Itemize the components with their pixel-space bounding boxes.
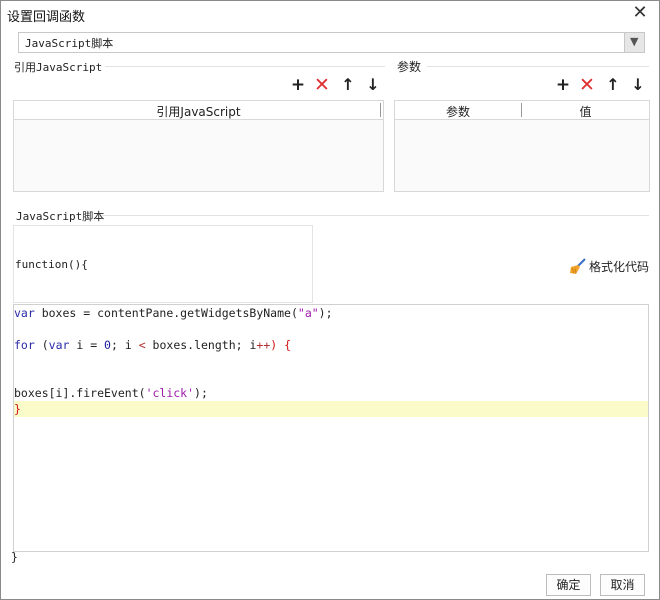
ref-move-up-button[interactable]: ↑ xyxy=(340,77,356,93)
script-type-select[interactable]: JavaScript脚本 ▼ xyxy=(18,32,645,53)
params-table-header: 参数 值 xyxy=(395,101,649,120)
column-separator xyxy=(380,103,381,117)
param-name-column-header[interactable]: 参数 xyxy=(395,103,521,120)
dropdown-button[interactable]: ▼ xyxy=(624,33,644,52)
ref-js-divider xyxy=(105,66,385,67)
params-divider xyxy=(427,66,649,67)
dialog-window: 设置回调函数 ✕ JavaScript脚本 ▼ 引用JavaScript + ✕… xyxy=(0,0,660,600)
chevron-down-icon: ▼ xyxy=(630,35,639,48)
delete-icon: ✕ xyxy=(579,74,595,96)
close-icon[interactable]: ✕ xyxy=(631,4,649,22)
code-editor[interactable]: var boxes = contentPane.getWidgetsByName… xyxy=(13,304,649,552)
format-code-label: 格式化代码 xyxy=(589,260,650,274)
ref-js-table[interactable]: 引用JavaScript xyxy=(13,100,384,192)
function-header: function(){ xyxy=(15,258,88,271)
function-signature-box: function(){ xyxy=(13,225,313,303)
dialog-title: 设置回调函数 xyxy=(7,10,86,25)
code-line-1: var boxes = contentPane.getWidgetsByName… xyxy=(14,306,333,320)
cancel-button[interactable]: 取消 xyxy=(600,574,645,596)
param-value-column-header[interactable]: 值 xyxy=(522,103,649,120)
params-section-label: 参数 xyxy=(397,60,422,74)
title-bar: 设置回调函数 ✕ xyxy=(1,1,659,27)
arrow-down-icon: ↓ xyxy=(366,75,380,94)
ok-button[interactable]: 确定 xyxy=(546,574,591,596)
ref-delete-button[interactable]: ✕ xyxy=(314,74,330,96)
plus-icon: + xyxy=(555,75,571,95)
code-line-4: } xyxy=(14,402,21,416)
param-move-down-button[interactable]: ↓ xyxy=(630,77,646,93)
ref-add-button[interactable]: + xyxy=(290,75,306,95)
script-divider xyxy=(101,215,649,216)
plus-icon: + xyxy=(290,75,306,95)
arrow-up-icon: ↑ xyxy=(341,75,355,94)
broom-icon xyxy=(570,258,586,274)
code-line-3: boxes[i].fireEvent('click'); xyxy=(14,386,208,400)
current-line-highlight xyxy=(14,401,648,417)
ref-js-column-header[interactable]: 引用JavaScript xyxy=(14,103,383,120)
ref-move-down-button[interactable]: ↓ xyxy=(365,77,381,93)
function-footer: } xyxy=(11,550,18,564)
delete-icon: ✕ xyxy=(314,74,330,96)
code-line-2: for (var i = 0; i < boxes.length; i++) { xyxy=(14,338,292,352)
params-table[interactable]: 参数 值 xyxy=(394,100,650,192)
js-script-section-label: JavaScript脚本 xyxy=(16,210,105,223)
param-add-button[interactable]: + xyxy=(555,75,571,95)
param-delete-button[interactable]: ✕ xyxy=(579,74,595,96)
ref-js-table-header: 引用JavaScript xyxy=(14,101,383,120)
ref-js-section-label: 引用JavaScript xyxy=(14,61,103,74)
param-move-up-button[interactable]: ↑ xyxy=(605,77,621,93)
script-type-value: JavaScript脚本 xyxy=(25,37,114,50)
arrow-down-icon: ↓ xyxy=(631,75,645,94)
arrow-up-icon: ↑ xyxy=(606,75,620,94)
